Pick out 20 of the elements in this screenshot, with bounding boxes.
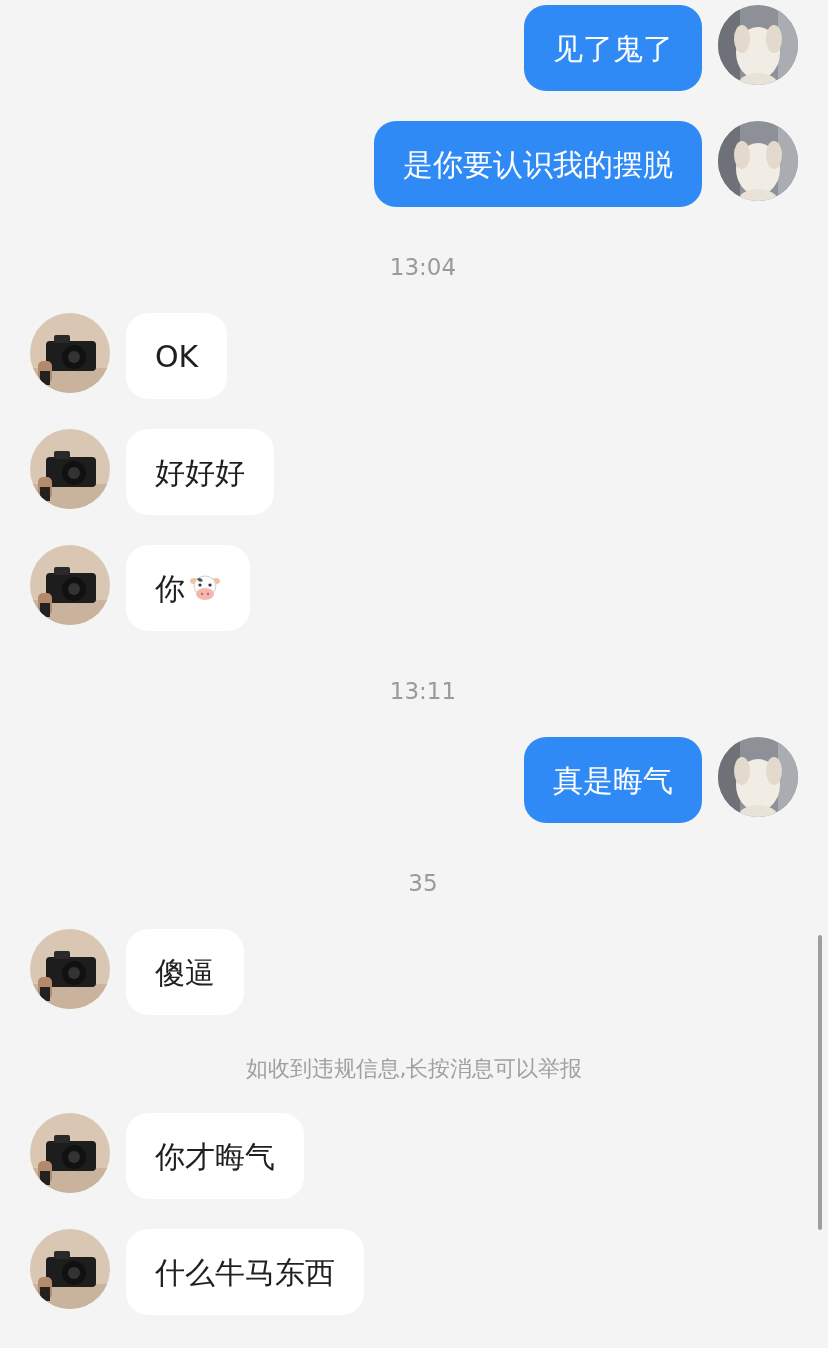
message-text: 是你要认识我的摆脱 [403, 145, 673, 184]
message-bubble[interactable]: 你才晦气 [126, 1113, 304, 1199]
message-text: 见了鬼了 [553, 29, 673, 68]
message-text: 你才晦气 [155, 1137, 275, 1176]
message-bubble[interactable]: 什么牛马东西 [126, 1229, 364, 1315]
message-text: OK [155, 337, 199, 376]
scroll-bar[interactable] [818, 935, 822, 1230]
timestamp: 35 [408, 868, 438, 898]
timestamp: 13:11 [389, 676, 457, 706]
message-bubble[interactable]: OK [126, 313, 228, 399]
message-bubble[interactable]: 好好好 [126, 429, 274, 515]
message-text: 好好好 [155, 453, 245, 492]
message-bubble[interactable]: 你 [126, 545, 250, 631]
message-text: 傻逼 [155, 953, 215, 992]
message-text: 你 [155, 569, 185, 608]
timestamp: 13:04 [389, 252, 457, 282]
notice-text: 如收到违规信息,长按消息可以举报 [245, 1054, 583, 1083]
message-text: 真是晦气 [553, 761, 673, 800]
message-text: 什么牛马东西 [155, 1253, 335, 1292]
message-bubble[interactable]: 傻逼 [126, 929, 244, 1015]
